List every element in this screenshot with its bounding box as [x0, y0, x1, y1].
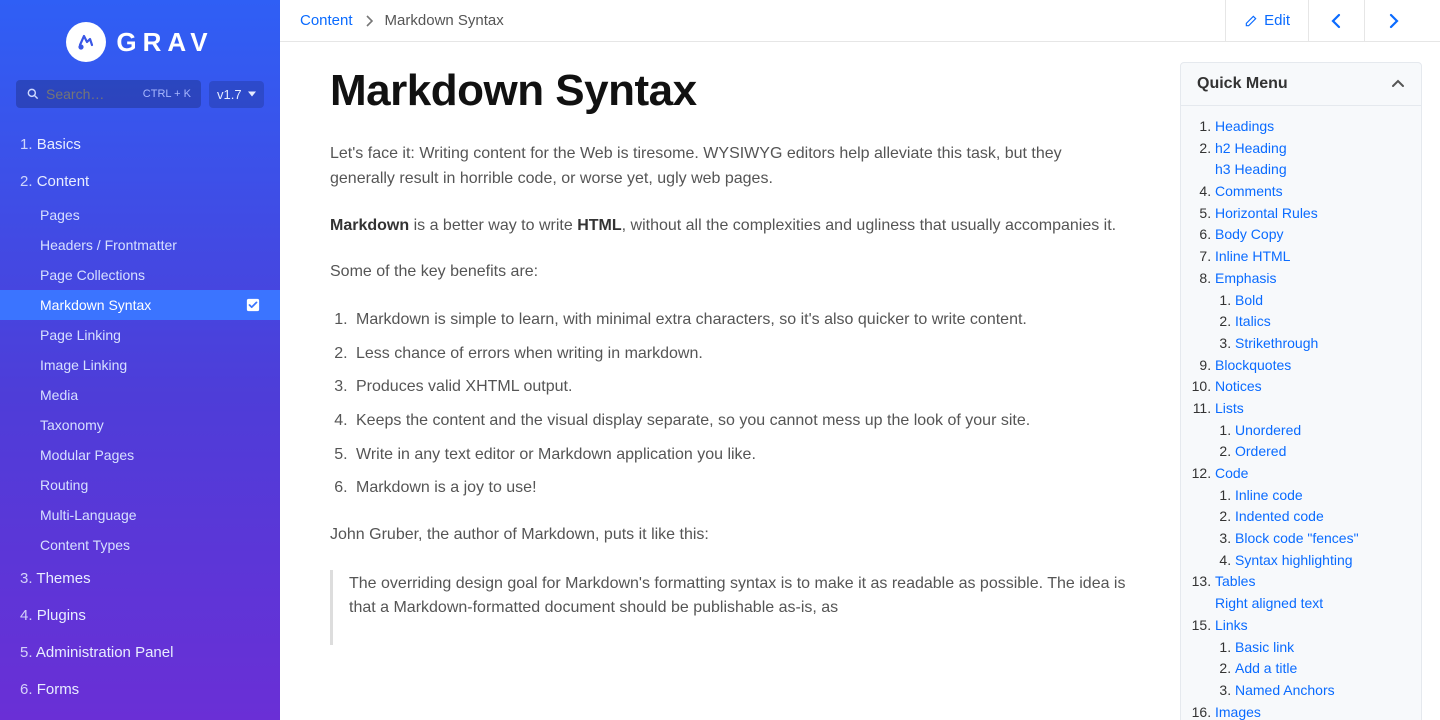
nav-pages[interactable]: Pages — [0, 200, 280, 230]
nav-forms[interactable]: 6. Forms — [0, 671, 280, 708]
toc-syntax[interactable]: Syntax highlighting — [1235, 552, 1353, 568]
chevron-right-icon — [365, 15, 373, 27]
topbar: Content Markdown Syntax Edit — [280, 0, 1440, 42]
toc-bold[interactable]: Bold — [1235, 292, 1263, 308]
list-item: Write in any text editor or Markdown app… — [352, 442, 1130, 468]
article: Markdown Syntax Let's face it: Writing c… — [280, 42, 1180, 720]
list-item: Keeps the content and the visual display… — [352, 408, 1130, 434]
search-shortcut: CTRL + K — [143, 88, 191, 100]
toc-inlinecode[interactable]: Inline code — [1235, 487, 1303, 503]
page-title: Markdown Syntax — [330, 66, 1130, 116]
toc-headings[interactable]: Headings — [1215, 118, 1274, 134]
nav-routing[interactable]: Routing — [0, 470, 280, 500]
nav-plugins[interactable]: 4. Plugins — [0, 597, 280, 634]
list-item: Less chance of errors when writing in ma… — [352, 341, 1130, 367]
intro-1: Let's face it: Writing content for the W… — [330, 142, 1130, 192]
nav-basics[interactable]: 1. Basics — [0, 126, 280, 163]
list-item: Produces valid XHTML output. — [352, 374, 1130, 400]
edit-icon — [1244, 14, 1258, 28]
search-icon — [26, 87, 40, 101]
list-item: Markdown is simple to learn, with minima… — [352, 307, 1130, 333]
toc-code[interactable]: Code — [1215, 465, 1248, 481]
nav-content-types[interactable]: Content Types — [0, 530, 280, 560]
toc-links[interactable]: Links — [1215, 617, 1248, 633]
breadcrumb: Content Markdown Syntax — [300, 12, 504, 29]
toc-h3[interactable]: h3 Heading — [1215, 161, 1287, 177]
nav-media[interactable]: Media — [0, 380, 280, 410]
nav-content[interactable]: 2. Content — [0, 163, 280, 200]
toc-indented[interactable]: Indented code — [1235, 508, 1324, 524]
chevron-up-icon — [1391, 79, 1405, 89]
quick-menu-title: Quick Menu — [1197, 75, 1288, 93]
toc-emphasis[interactable]: Emphasis — [1215, 270, 1276, 286]
prev-page-button[interactable] — [1308, 0, 1364, 41]
nav-cli[interactable]: 7. CLI Console — [0, 708, 280, 720]
breadcrumb-current: Markdown Syntax — [385, 12, 504, 29]
version-select[interactable]: v1.7 — [209, 81, 264, 108]
benefits-list: Markdown is simple to learn, with minima… — [330, 307, 1130, 501]
toc-notices[interactable]: Notices — [1215, 378, 1262, 394]
breadcrumb-parent[interactable]: Content — [300, 12, 353, 29]
toc-tables[interactable]: Tables — [1215, 573, 1255, 589]
toc-basiclink[interactable]: Basic link — [1235, 639, 1294, 655]
edit-button[interactable]: Edit — [1225, 0, 1308, 41]
nav-modular[interactable]: Modular Pages — [0, 440, 280, 470]
quick-menu: Quick Menu Headings h2 Heading h3 Headin… — [1180, 42, 1440, 720]
toc-blockquotes[interactable]: Blockquotes — [1215, 357, 1291, 373]
toc-italics[interactable]: Italics — [1235, 313, 1271, 329]
gruber-quote: The overriding design goal for Markdown'… — [330, 570, 1130, 646]
brand-name: GRAV — [116, 27, 213, 58]
benefits-lead: Some of the key benefits are: — [330, 260, 1130, 285]
nav-themes[interactable]: 3. Themes — [0, 560, 280, 597]
next-page-button[interactable] — [1364, 0, 1420, 41]
nav-taxonomy[interactable]: Taxonomy — [0, 410, 280, 440]
nav-multilang[interactable]: Multi-Language — [0, 500, 280, 530]
nav-image-linking[interactable]: Image Linking — [0, 350, 280, 380]
main: Content Markdown Syntax Edit Markdown S — [280, 0, 1440, 720]
intro-2: Markdown is a better way to write HTML, … — [330, 214, 1130, 239]
nav-headers[interactable]: Headers / Frontmatter — [0, 230, 280, 260]
toc-inlinehtml[interactable]: Inline HTML — [1215, 248, 1290, 264]
search-input[interactable] — [46, 86, 137, 102]
toc-unordered[interactable]: Unordered — [1235, 422, 1301, 438]
toc-anchors[interactable]: Named Anchors — [1235, 682, 1335, 698]
check-icon — [246, 298, 260, 312]
nav-admin[interactable]: 5. Administration Panel — [0, 634, 280, 671]
chevron-left-icon — [1331, 13, 1343, 29]
quick-menu-header[interactable]: Quick Menu — [1181, 63, 1421, 106]
nav-page-linking[interactable]: Page Linking — [0, 320, 280, 350]
toc-lists[interactable]: Lists — [1215, 400, 1244, 416]
toc-hr[interactable]: Horizontal Rules — [1215, 205, 1318, 221]
toc-comments[interactable]: Comments — [1215, 183, 1283, 199]
search-input-wrap[interactable]: CTRL + K — [16, 80, 201, 108]
toc-addtitle[interactable]: Add a title — [1235, 660, 1297, 676]
nav-collections[interactable]: Page Collections — [0, 260, 280, 290]
primary-nav: 1. Basics 2. Content Pages Headers / Fro… — [0, 126, 280, 720]
toc-h2[interactable]: h2 Heading — [1215, 140, 1287, 156]
chevron-right-icon — [1387, 13, 1399, 29]
list-item: Markdown is a joy to use! — [352, 475, 1130, 501]
edit-label: Edit — [1264, 12, 1290, 29]
gruber-lead: John Gruber, the author of Markdown, put… — [330, 523, 1130, 548]
toc-images[interactable]: Images — [1215, 704, 1261, 720]
toc-strike[interactable]: Strikethrough — [1235, 335, 1318, 351]
toc-right[interactable]: Right aligned text — [1215, 595, 1323, 611]
toc-body[interactable]: Body Copy — [1215, 226, 1283, 242]
toc-ordered[interactable]: Ordered — [1235, 443, 1286, 459]
nav-markdown-syntax[interactable]: Markdown Syntax — [0, 290, 280, 320]
toc-fences[interactable]: Block code "fences" — [1235, 530, 1359, 546]
brand[interactable]: GRAV — [0, 0, 280, 74]
sidebar: GRAV CTRL + K v1.7 1. Basics 2. Content … — [0, 0, 280, 720]
grav-logo-icon — [66, 22, 106, 62]
